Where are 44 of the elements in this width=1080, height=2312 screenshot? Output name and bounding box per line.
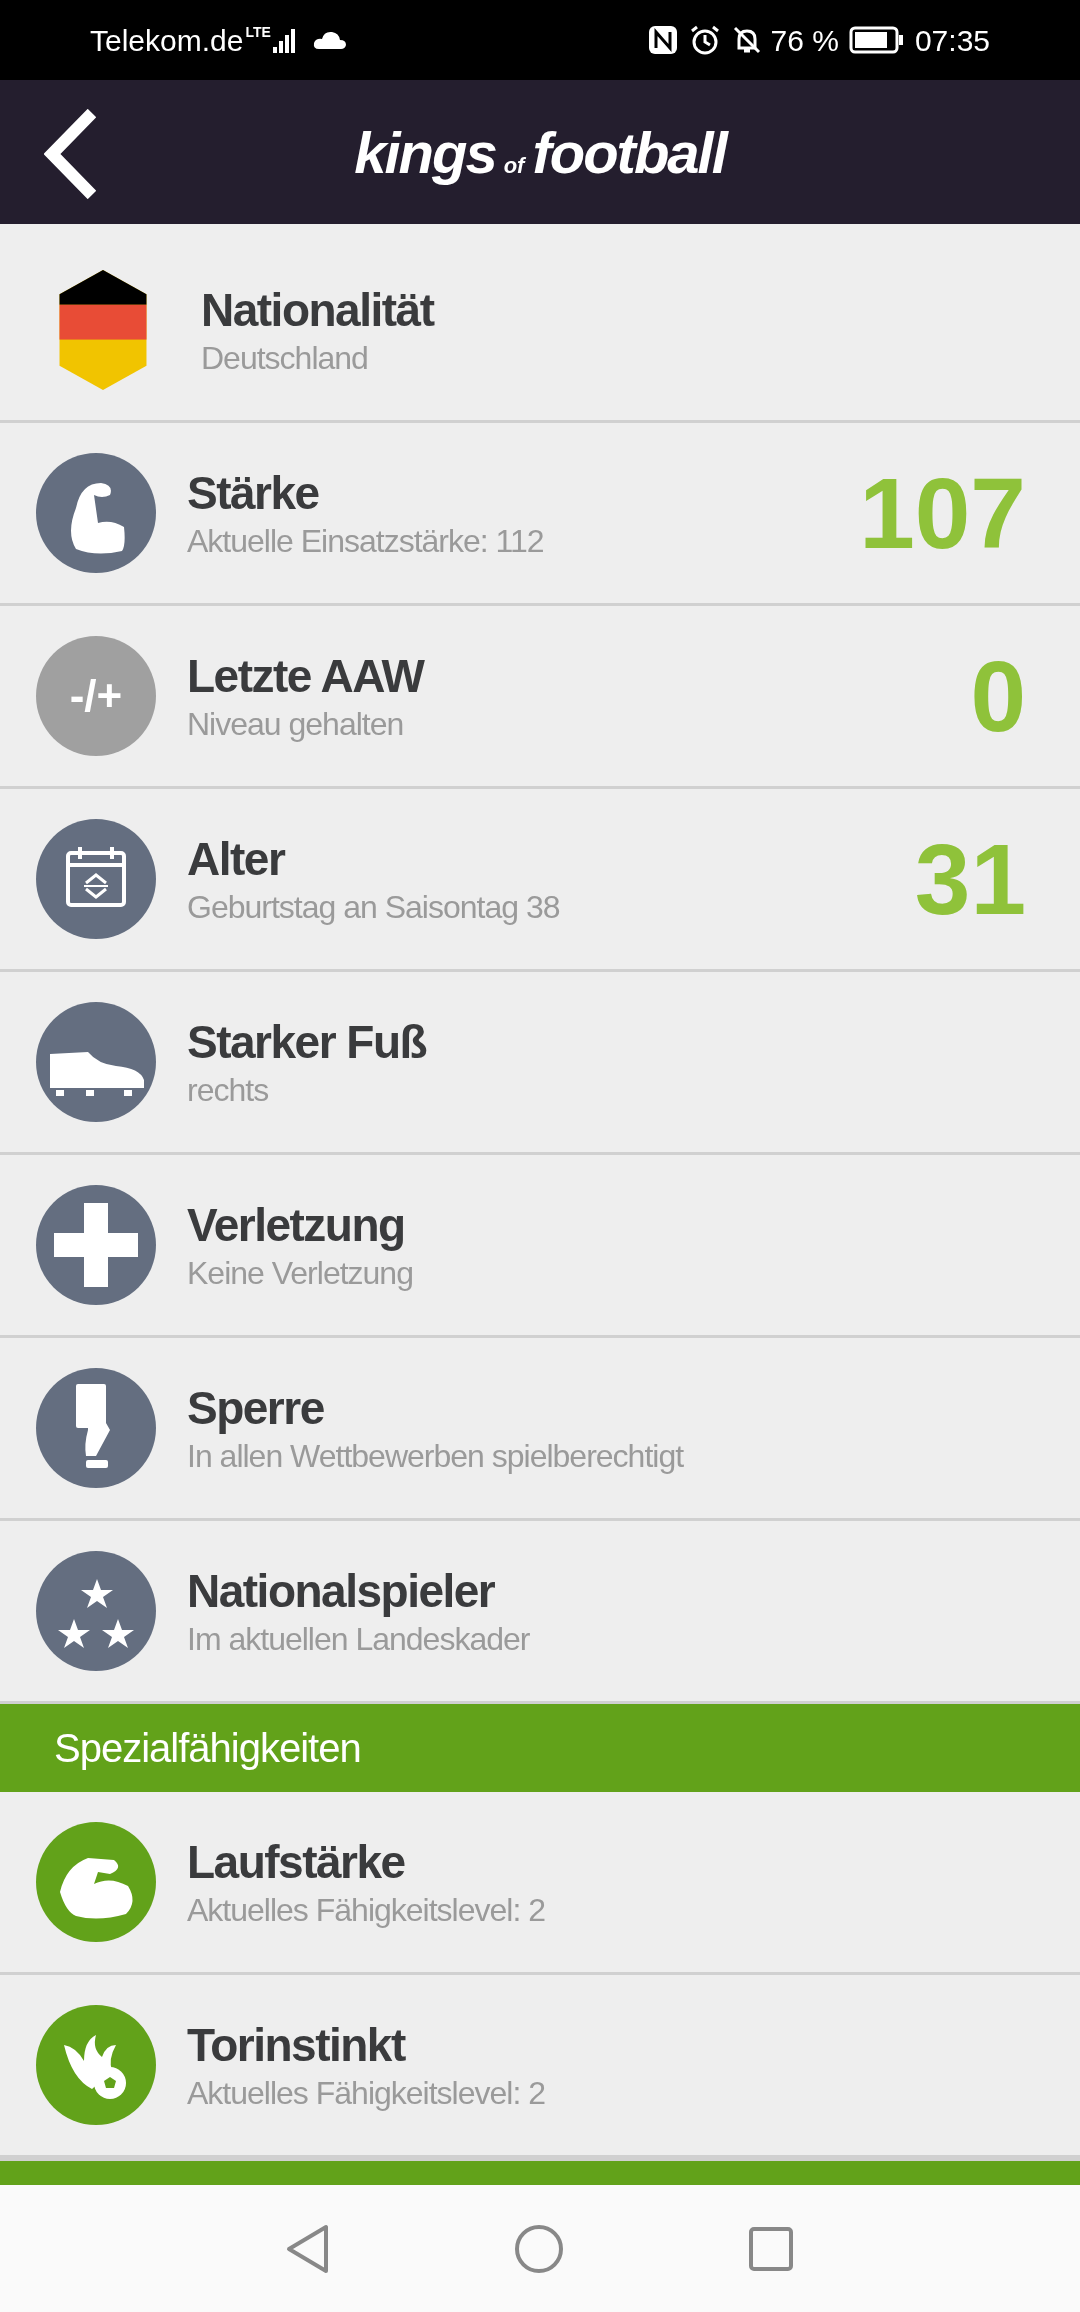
biceps-icon xyxy=(36,1822,156,1942)
row-value: 31 xyxy=(914,829,1026,929)
plus-icon xyxy=(36,1185,156,1305)
row-subtitle: In allen Wettbewerben spielberechtigt xyxy=(187,1437,685,1476)
carrier-name: Telekom.de xyxy=(90,22,244,59)
cloud-icon xyxy=(312,29,347,51)
battery-icon xyxy=(848,26,905,54)
recents-nav-icon[interactable] xyxy=(748,2225,794,2272)
row-title: Torinstinkt xyxy=(187,2018,407,2073)
row-title: Stärke xyxy=(187,466,320,521)
flaming-ball-icon xyxy=(36,2005,156,2125)
clock-time: 07:35 xyxy=(914,22,990,59)
row-subtitle: Geburtstag an Saisontag 38 xyxy=(187,888,561,927)
nfc-icon xyxy=(646,24,679,56)
calendar-icon xyxy=(36,819,156,939)
home-nav-icon[interactable] xyxy=(514,2223,564,2274)
biceps-icon xyxy=(36,453,156,573)
row-subtitle: Niveau gehalten xyxy=(187,705,405,744)
row-title: Laufstärke xyxy=(187,1835,406,1890)
row-subtitle: Aktuelles Fähigkeitslevel: 2 xyxy=(187,2074,546,2113)
row-value: 0 xyxy=(970,646,1026,746)
row-title: Letzte AAW xyxy=(187,649,426,704)
row-subtitle: rechts xyxy=(187,1071,270,1110)
alarm-icon xyxy=(688,24,721,56)
row-title: Starker Fuß xyxy=(187,1015,428,1070)
back-nav-icon[interactable] xyxy=(286,2223,330,2274)
app-logo: kings of football xyxy=(354,118,726,187)
row-title: Alter xyxy=(187,832,286,887)
battery-percent: 76 % xyxy=(770,22,839,59)
row-title: Nationalspieler xyxy=(187,1564,496,1619)
row-subtitle: Aktuelle Einsatzstärke: 112 xyxy=(187,522,545,561)
network-type: LTE xyxy=(245,23,271,42)
row-value: 107 xyxy=(859,463,1026,563)
row-subtitle: Im aktuellen Landeskader xyxy=(187,1620,531,1659)
row-subtitle: Aktuelles Fähigkeitslevel: 2 xyxy=(187,1891,546,1930)
section-header: Spezialfähigkeiten xyxy=(0,1704,1080,1792)
row-title: Sperre xyxy=(187,1381,325,1436)
boot-icon xyxy=(36,1002,156,1122)
row-subtitle: Deutschland xyxy=(201,339,369,378)
row-subtitle: Keine Verletzung xyxy=(187,1254,414,1293)
row-title: Nationalität xyxy=(201,283,435,338)
stars-icon xyxy=(36,1551,156,1671)
minus-plus-icon: -/+ xyxy=(36,636,156,756)
row-title: Verletzung xyxy=(187,1198,406,1253)
